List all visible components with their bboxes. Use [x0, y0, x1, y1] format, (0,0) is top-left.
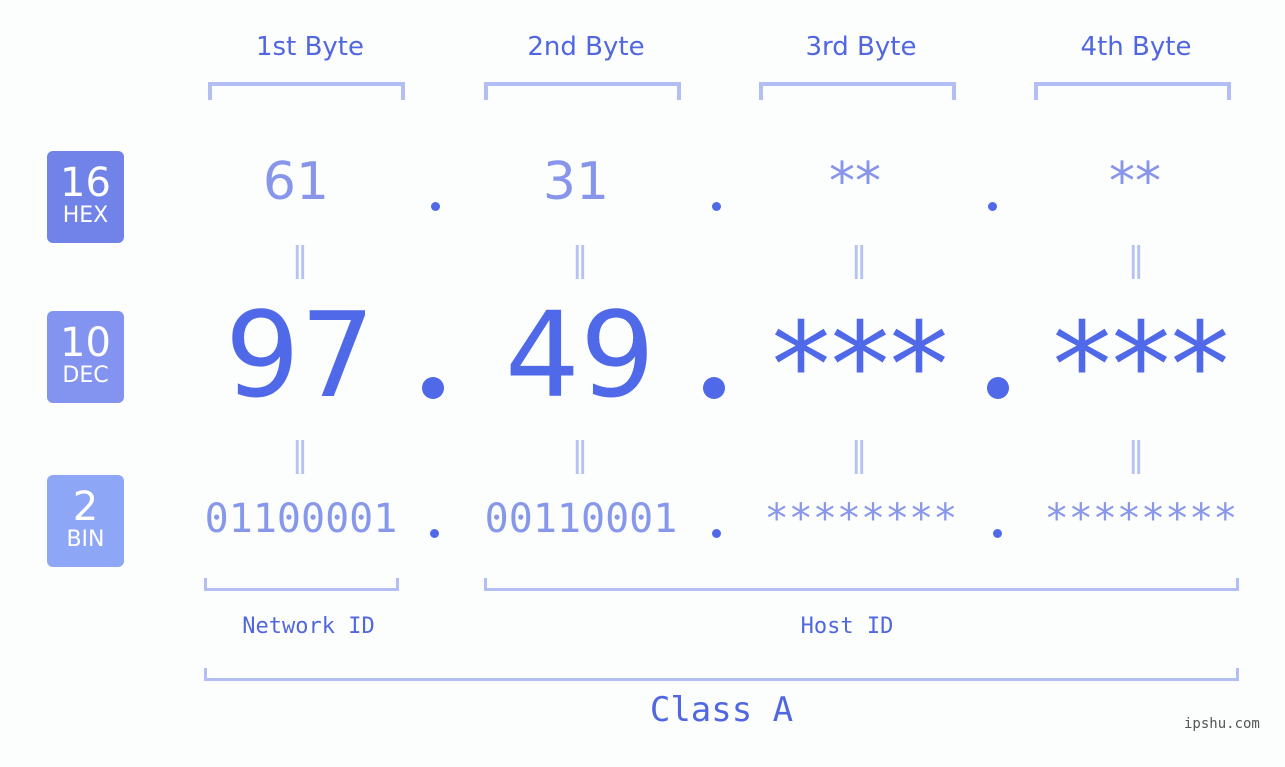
byte-bracket-1 — [208, 82, 405, 100]
equals-icon: ‖ — [850, 435, 868, 475]
watermark: ipshu.com — [1184, 716, 1260, 732]
hex-badge: 16 HEX — [47, 151, 124, 243]
hex-value-3: ** — [829, 152, 881, 212]
byte-header-4: 4th Byte — [1080, 32, 1192, 62]
dec-dot-2 — [703, 377, 725, 399]
bin-dot-2 — [712, 529, 721, 538]
class-bracket — [204, 668, 1239, 681]
dec-dot-1 — [422, 377, 444, 399]
dec-badge-label: DEC — [62, 363, 109, 388]
byte-bracket-4 — [1034, 82, 1231, 100]
hex-value-2: 31 — [542, 152, 610, 212]
equals-icon: ‖ — [1127, 435, 1145, 475]
hex-dot-2 — [712, 202, 721, 211]
bin-badge-number: 2 — [72, 484, 99, 530]
hex-dot-3 — [988, 202, 997, 211]
bin-value-2: 00110001 — [484, 496, 678, 542]
bin-dot-3 — [993, 529, 1002, 538]
equals-icon: ‖ — [571, 240, 589, 280]
equals-icon: ‖ — [850, 240, 868, 280]
hex-dot-1 — [431, 202, 440, 211]
byte-bracket-2 — [484, 82, 681, 100]
bin-badge: 2 BIN — [47, 475, 124, 567]
hex-badge-label: HEX — [62, 203, 109, 228]
byte-header-2: 2nd Byte — [527, 32, 645, 62]
byte-header-3: 3rd Byte — [805, 32, 917, 62]
network-id-bracket — [204, 578, 399, 591]
dec-badge: 10 DEC — [47, 311, 124, 403]
equals-icon: ‖ — [571, 435, 589, 475]
byte-header-1: 1st Byte — [256, 32, 364, 62]
bin-value-4: ******** — [1044, 496, 1238, 542]
network-id-label: Network ID — [242, 614, 375, 639]
host-id-label: Host ID — [800, 614, 894, 639]
dec-value-2: 49 — [504, 286, 656, 424]
hex-value-1: 61 — [262, 152, 330, 212]
byte-bracket-3 — [759, 82, 956, 100]
equals-icon: ‖ — [1127, 240, 1145, 280]
bin-badge-label: BIN — [66, 527, 105, 552]
class-label: Class A — [649, 690, 794, 730]
hex-badge-number: 16 — [60, 160, 111, 206]
host-id-bracket — [484, 578, 1239, 591]
equals-icon: ‖ — [291, 435, 309, 475]
dec-badge-number: 10 — [60, 320, 111, 366]
bin-value-1: 01100001 — [204, 496, 398, 542]
dec-value-3: *** — [771, 296, 949, 434]
bin-value-3: ******** — [764, 496, 958, 542]
hex-value-4: ** — [1109, 152, 1161, 212]
equals-icon: ‖ — [291, 240, 309, 280]
bin-dot-1 — [430, 529, 439, 538]
dec-value-1: 97 — [224, 286, 376, 424]
dec-dot-3 — [987, 377, 1009, 399]
dec-value-4: *** — [1052, 296, 1230, 434]
